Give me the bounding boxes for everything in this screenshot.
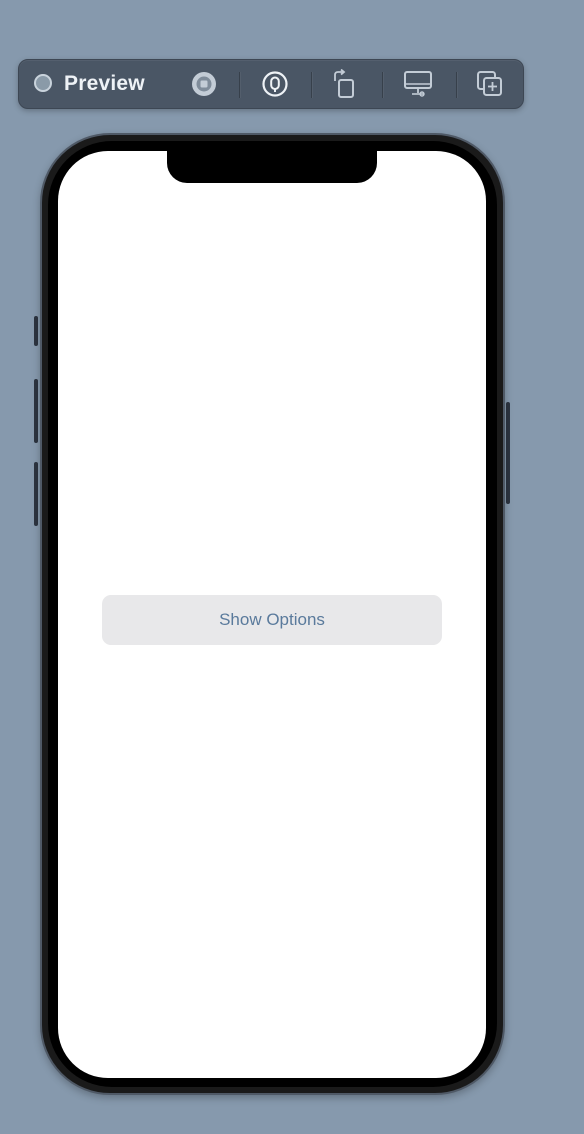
toolbar-divider [382, 72, 383, 98]
power-button [506, 402, 510, 504]
toolbar-divider [311, 72, 312, 98]
preview-toolbar: Preview [18, 59, 524, 109]
device-screen: Show Options [58, 151, 486, 1078]
stop-icon [192, 72, 216, 96]
duplicate-preview-button[interactable] [475, 69, 505, 99]
live-preview-button[interactable] [189, 69, 219, 99]
run-on-device-button[interactable] [403, 69, 433, 99]
duplicate-add-icon [477, 71, 502, 96]
device-display-icon [404, 71, 432, 97]
cursor-pointer-icon [262, 71, 288, 97]
show-options-button[interactable]: Show Options [102, 595, 442, 645]
toolbar-divider [456, 72, 457, 98]
preview-title: Preview [64, 72, 145, 95]
mute-switch [34, 316, 38, 346]
rotate-device-button[interactable] [330, 69, 360, 99]
toolbar-divider [239, 72, 240, 98]
select-mode-button[interactable] [260, 69, 290, 99]
preview-status-icon [34, 74, 52, 92]
device-notch [167, 148, 377, 183]
rotate-device-icon [334, 69, 354, 98]
volume-down-button [34, 462, 38, 526]
volume-up-button [34, 379, 38, 443]
